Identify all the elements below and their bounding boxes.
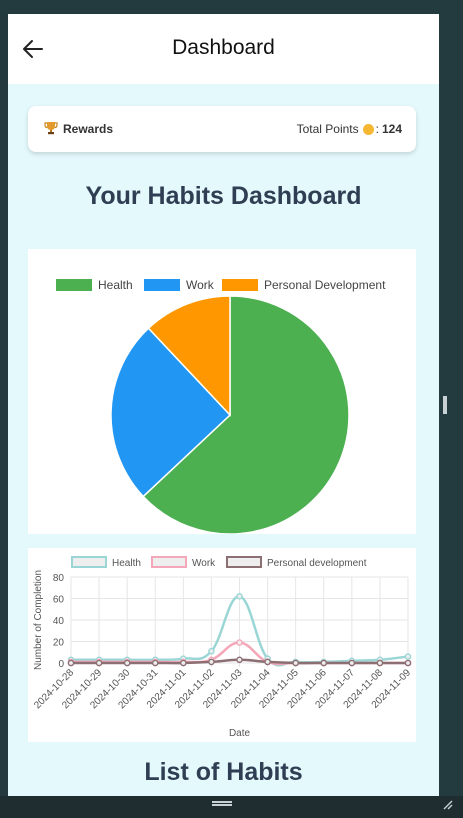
series-point-2 [292,659,299,667]
y-tick-label: 40 [53,616,65,627]
series-point-0 [236,593,243,600]
series-point-2 [95,659,103,667]
pie-legend-label: Personal Development [264,278,386,292]
series-point-2 [404,659,412,667]
app-screen: Dashboard Rewards Total Points : 124 You… [8,14,439,796]
series-point-2 [236,656,243,664]
y-tick-label: 60 [53,595,65,606]
dashboard-heading: Your Habits Dashboard [85,182,362,210]
pie-legend-label: Health [98,278,133,292]
window-bottom-bar [0,796,463,818]
x-axis-label: Date [229,728,251,739]
corner-resize-grip-icon[interactable] [441,798,453,810]
pie-chart: Health Work Personal Development [56,278,386,535]
rewards-label: Rewards [63,122,114,136]
bottom-resize-handle[interactable] [212,801,232,806]
series-point-0 [404,653,412,660]
rewards-card[interactable]: Rewards Total Points : 124 [28,106,416,152]
line-legend-swatch [71,556,107,568]
line-legend-swatch [226,556,262,568]
line-chart: Health Work Personal development0204060802… [32,556,413,739]
app-bar: Dashboard [8,14,439,84]
points-value: 124 [381,122,402,136]
y-axis-label: Number of Completion [33,570,44,670]
window-frame-top [0,0,463,14]
total-points: Total Points : 124 [297,122,402,136]
series-point-2 [67,659,75,667]
total-points-label: Total Points [296,122,359,136]
points-separator: : [375,122,379,136]
pie-chart-panel: Health Work Personal Development [28,249,416,535]
pie-legend-label: Work [186,278,215,292]
line-chart-panel: Health Work Personal development 0 20 40 60 80 2… [28,548,416,742]
series-point-2 [264,658,271,666]
pie-legend-swatch [144,279,180,291]
series-point-2 [320,659,328,667]
line-legend-swatch [151,556,187,568]
series-point-1 [236,639,243,646]
line-legend-label: Health [112,558,141,569]
page-title: Dashboard [172,36,275,59]
series-point-2 [151,659,159,667]
y-tick-label: 80 [53,573,65,584]
pie-legend-swatch [56,279,92,291]
series-point-2 [208,658,215,666]
habits-list-heading: List of Habits [144,758,303,786]
coin-icon [362,123,374,135]
y-tick-label: 20 [53,638,65,649]
series-point-2 [348,659,356,667]
line-legend-label: Personal development [267,558,367,569]
trophy-icon [44,122,58,135]
series-point-2 [123,659,131,667]
series-point-2 [180,659,187,667]
pie-legend-swatch [222,279,258,291]
line-legend-label: Work [192,558,216,569]
y-tick-label: 0 [58,659,64,670]
series-point-2 [376,659,384,667]
side-resize-handle[interactable] [443,396,447,414]
series-point-0 [208,647,215,655]
